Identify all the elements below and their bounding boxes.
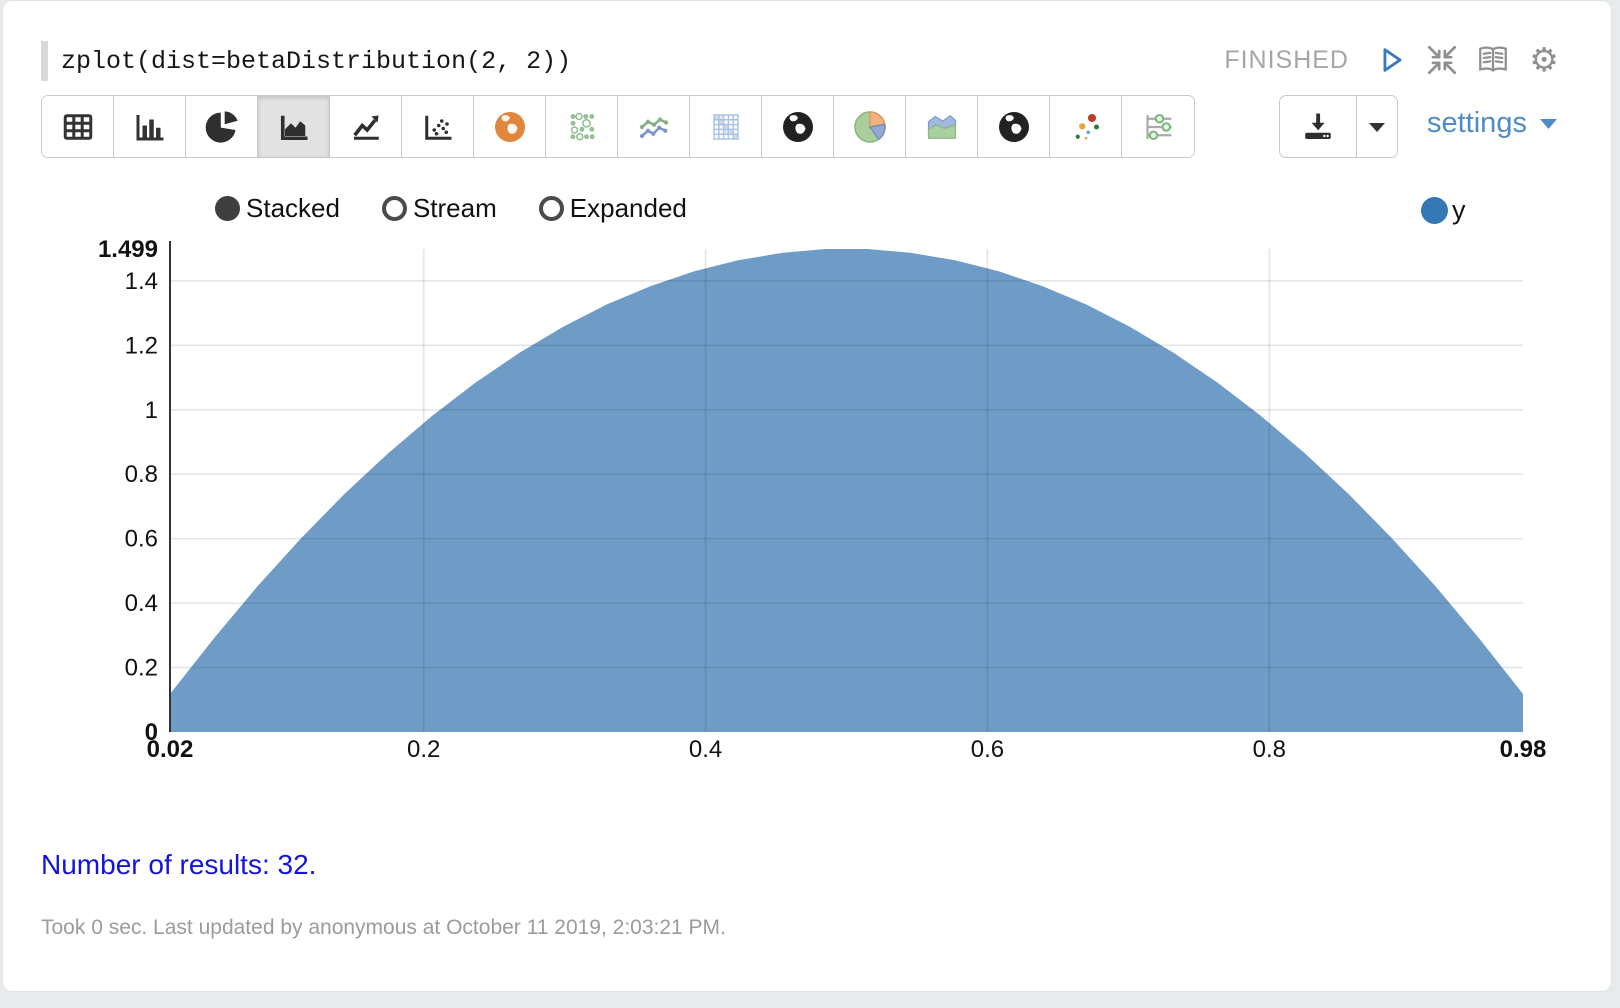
y-axis-tick-label: 0.6: [125, 526, 158, 553]
chart-type-bubble-grid-button[interactable]: [546, 96, 618, 157]
line-chart-icon: [348, 109, 384, 145]
y-axis-tick-label: 1: [145, 397, 158, 424]
settings-chevron-down-icon: [1539, 117, 1558, 130]
y-axis-tick-label: 1.499: [98, 236, 158, 263]
paragraph-status-line: Took 0 sec. Last updated by anonymous at…: [41, 916, 726, 940]
chart-type-table-button[interactable]: [42, 96, 114, 157]
chart-type-toolbar: [41, 95, 1195, 158]
globe-dark-icon: [780, 109, 816, 145]
run-button[interactable]: [1374, 43, 1408, 77]
area-chart[interactable]: 1.4991.41.210.80.60.40.200.020.20.40.60.…: [3, 191, 1620, 791]
shrink-arrows-icon: [1425, 42, 1459, 78]
code-gutter-bar: [41, 41, 48, 81]
chart-type-line-button[interactable]: [330, 96, 402, 157]
download-options-button[interactable]: [1357, 96, 1397, 157]
area-chart-icon: [276, 109, 312, 145]
play-icon: [1374, 42, 1408, 78]
chart-type-bar-button[interactable]: [114, 96, 186, 157]
y-axis-tick-label: 1.2: [125, 332, 158, 359]
x-axis-tick-label: 0.2: [407, 736, 440, 763]
bubble-grid-icon: [564, 109, 600, 145]
chart-type-heatmap-button[interactable]: [690, 96, 762, 157]
multi-line-icon: [636, 109, 672, 145]
paragraph-settings-button[interactable]: ⚙: [1527, 43, 1561, 77]
x-axis-tick-label: 0.02: [147, 736, 194, 763]
area-series-y[interactable]: [170, 249, 1523, 732]
gear-icon: ⚙: [1529, 43, 1559, 77]
download-icon: [1300, 109, 1336, 145]
scatter-color-icon: [1068, 109, 1104, 145]
settings-toggle[interactable]: settings: [1427, 107, 1558, 140]
y-axis-tick-label: 0.2: [125, 655, 158, 682]
chart-type-map-button[interactable]: [474, 96, 546, 157]
download-button[interactable]: [1280, 96, 1357, 157]
bar-chart-icon: [132, 109, 168, 145]
paragraph-controls: FINISHED ⚙: [1224, 43, 1561, 77]
settings-label: settings: [1427, 107, 1527, 140]
chart-type-pie-button[interactable]: [186, 96, 258, 157]
scatter-plot-icon: [420, 109, 456, 145]
results-count: Number of results: 32.: [41, 849, 316, 881]
pie-chart-icon: [204, 109, 240, 145]
stacked-area-icon: [924, 109, 960, 145]
chart-type-globe-button[interactable]: [762, 96, 834, 157]
chart-type-stacked-area-button[interactable]: [906, 96, 978, 157]
chart-type-scatter-color-button[interactable]: [1050, 96, 1122, 157]
x-axis-tick-label: 0.98: [1500, 736, 1547, 763]
paragraph-card: zplot(dist=betaDistribution(2, 2)) FINIS…: [2, 0, 1612, 992]
chart-type-scatter-button[interactable]: [402, 96, 474, 157]
chart-type-globe2-button[interactable]: [978, 96, 1050, 157]
table-icon: [60, 109, 96, 145]
chart-type-area-button[interactable]: [258, 96, 330, 157]
status-badge: FINISHED: [1224, 46, 1349, 75]
x-axis-tick-label: 0.8: [1253, 736, 1286, 763]
parallel-sliders-icon: [1140, 109, 1176, 145]
book-icon: [1476, 42, 1510, 78]
chart-type-pie-pastel-button[interactable]: [834, 96, 906, 157]
heatmap-icon: [708, 109, 744, 145]
x-axis-tick-label: 0.4: [689, 736, 722, 763]
y-axis-tick-label: 0.4: [125, 590, 158, 617]
output-toggle-button[interactable]: [1476, 43, 1510, 77]
globe-dark2-icon: [996, 109, 1032, 145]
chevron-down-icon: [1368, 121, 1386, 133]
pie-pastel-icon: [852, 109, 888, 145]
y-axis-tick-label: 0.8: [125, 461, 158, 488]
code-editor-line[interactable]: zplot(dist=betaDistribution(2, 2)): [61, 47, 571, 76]
download-split-button: [1279, 95, 1398, 158]
chart-type-multi-line-button[interactable]: [618, 96, 690, 157]
y-axis-tick-label: 1.4: [125, 268, 158, 295]
x-axis-tick-label: 0.6: [971, 736, 1004, 763]
globe-orange-icon: [492, 109, 528, 145]
chart-type-parallel-button[interactable]: [1122, 96, 1194, 157]
collapse-button[interactable]: [1425, 43, 1459, 77]
